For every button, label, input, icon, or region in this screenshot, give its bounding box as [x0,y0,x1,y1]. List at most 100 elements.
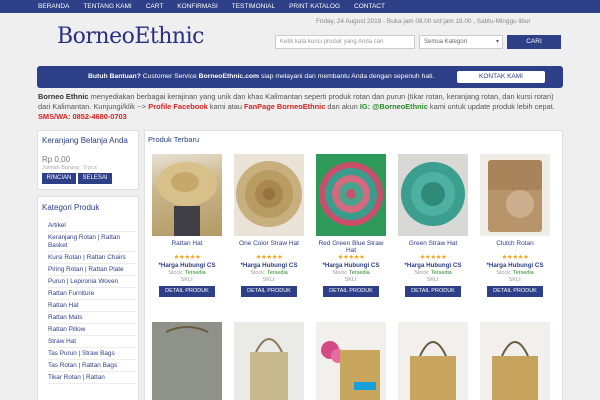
intro-brand: Borneo Ethnic [38,92,89,101]
product-card[interactable]: Red Green Blue Straw Hat ★★★★★ *Harga Hu… [315,154,387,297]
nav-print-katalog[interactable]: PRINT KATALOG [289,0,340,13]
category-item[interactable]: Tas Rotan | Rattan Bags [48,360,136,372]
nav-testimonial[interactable]: TESTIMONIAL [232,0,275,13]
products-title: Produk Terbaru [148,135,200,144]
product-price: *Harga Hubungi CS [158,262,216,269]
product-stock: Stock: Tersedia [397,270,469,277]
stock-value: Tersedia [266,270,288,276]
product-card[interactable]: Green Straw Hat ★★★★★ *Harga Hubungi CS … [397,154,469,297]
stock-label: Stock: [496,270,513,276]
product-image[interactable] [316,154,386,236]
category-item[interactable]: Rattan Pillow [48,324,136,336]
product-name[interactable]: Clutch Rotan [479,240,551,254]
stock-value: Tersedia [430,270,452,276]
cart-title: Keranjang Belanja Anda [42,136,128,145]
category-select-value: Semua Kategori [424,39,468,45]
sms-wa-number: SMS/WA: 0852-4680-0703 [38,112,127,121]
stock-label: Stock: [250,270,267,276]
product-card[interactable]: Clutch Rotan ★★★★★ *Harga Hubungi CS Sto… [479,154,551,297]
detail-button[interactable]: DETAIL PRODUK [159,286,215,297]
product-sku: SKU: [262,277,276,283]
detail-button[interactable]: DETAIL PRODUK [487,286,543,297]
category-list: Artikel Keranjang Rotan | Rattan Basket … [48,220,136,384]
category-title: Kategori Produk [42,203,100,212]
top-nav: BERANDA TENTANG KAMI CART KONFIRMASI TES… [0,0,600,13]
stock-value: Tersedia [512,270,534,276]
product-name[interactable]: One Color Straw Hat [233,240,305,254]
cart-total: Rp 0,00 [42,155,71,164]
category-item[interactable]: Rattan Hat [48,300,136,312]
cart-done-button[interactable]: SELESAI [78,173,112,184]
product-stock: Stock: Tersedia [479,270,551,277]
intro-p3: dan akun [325,102,360,111]
help-brand: BorneoEthnic.com [198,73,260,80]
nav-cart[interactable]: CART [146,0,164,13]
category-item[interactable]: Rattan Mats [48,312,136,324]
help-text-2: siap melayani dan membantu Anda dengan s… [259,73,435,80]
fanpage-link[interactable]: FanPage BorneoEthnic [244,102,325,111]
help-text-1: Customer Service [140,73,199,80]
product-price: *Harga Hubungi CS [404,262,462,269]
category-item[interactable]: Purun | Lepironia Woven [48,276,136,288]
facebook-link[interactable]: Profile Facebook [148,102,208,111]
product-image[interactable] [480,154,550,236]
product-price: *Harga Hubungi CS [486,262,544,269]
help-bar: Butuh Bantuan? Customer Service BorneoEt… [37,66,563,88]
detail-button[interactable]: DETAIL PRODUK [241,286,297,297]
chevron-down-icon: ▾ [495,39,499,45]
product-price: *Harga Hubungi CS [322,262,380,269]
product-stock: Stock: Tersedia [315,270,387,277]
instagram-link[interactable]: IG: @BorneoEthnic [360,102,428,111]
nav-tentang-kami[interactable]: TENTANG KAMI [83,0,131,13]
search-input[interactable]: Ketik kata kunci produk yang Anda cari [275,35,415,49]
product-stock: Stock: Tersedia [233,270,305,277]
detail-button[interactable]: DETAIL PRODUK [405,286,461,297]
product-image[interactable] [234,154,304,236]
product-sku: SKU: [344,277,358,283]
intro-p4: kami untuk update produk lebih cepat. [427,102,555,111]
product-image[interactable] [398,322,468,400]
intro-text: Borneo Ethnic menyediakan berbagai keraj… [38,92,563,122]
product-card[interactable]: One Color Straw Hat ★★★★★ *Harga Hubungi… [233,154,305,297]
category-item[interactable]: Piring Rotan | Rattan Plate [48,264,136,276]
contact-button[interactable]: KONTAK KAMI [457,71,545,83]
product-image[interactable] [152,154,222,236]
product-image[interactable] [316,322,386,400]
category-item[interactable]: Kursi Rotan | Rattan Chairs [48,252,136,264]
product-name[interactable]: Red Green Blue Straw Hat [315,240,387,254]
stock-label: Stock: [168,270,185,276]
category-item[interactable]: Tas Purun | Straw Bags [48,348,136,360]
nav-konfirmasi[interactable]: KONFIRMASI [177,0,217,13]
site-logo[interactable]: BorneoEthnic [57,24,204,49]
nav-contact[interactable]: CONTACT [354,0,385,13]
category-select[interactable]: Semua Kategori ▾ [419,35,503,49]
rating-stars: ★★★★★ [337,254,365,261]
product-price: *Harga Hubungi CS [240,262,298,269]
product-image[interactable] [152,322,222,400]
stock-label: Stock: [332,270,349,276]
rating-stars: ★★★★★ [255,254,283,261]
product-sku: SKU: [426,277,440,283]
category-item[interactable]: Artikel [48,220,136,232]
category-item[interactable]: Rattan Furniture [48,288,136,300]
product-name[interactable]: Rattan Hat [151,240,223,254]
product-sku: SKU: [508,277,522,283]
category-item[interactable]: Keranjang Rotan | Rattan Basket [48,232,136,252]
store-hours: Friday, 24 August 2018 - Buka jam 08.00 … [316,18,531,25]
product-card[interactable]: Rattan Hat ★★★★★ *Harga Hubungi CS Stock… [151,154,223,297]
product-image[interactable] [234,322,304,400]
product-image[interactable] [398,154,468,236]
category-item[interactable]: Tikar Rotan | Rattan [48,372,136,384]
help-lead: Butuh Bantuan? [88,73,141,80]
stock-value: Tersedia [348,270,370,276]
stock-label: Stock: [414,270,431,276]
product-name[interactable]: Green Straw Hat [397,240,469,254]
nav-beranda[interactable]: BERANDA [38,0,69,13]
cart-details-button[interactable]: RINCIAN [42,173,76,184]
detail-button[interactable]: DETAIL PRODUK [323,286,379,297]
product-sku: SKU: [180,277,194,283]
rating-stars: ★★★★★ [173,254,201,261]
product-image[interactable] [480,322,550,400]
category-item[interactable]: Straw Hat [48,336,136,348]
search-button[interactable]: CARI [507,35,561,49]
